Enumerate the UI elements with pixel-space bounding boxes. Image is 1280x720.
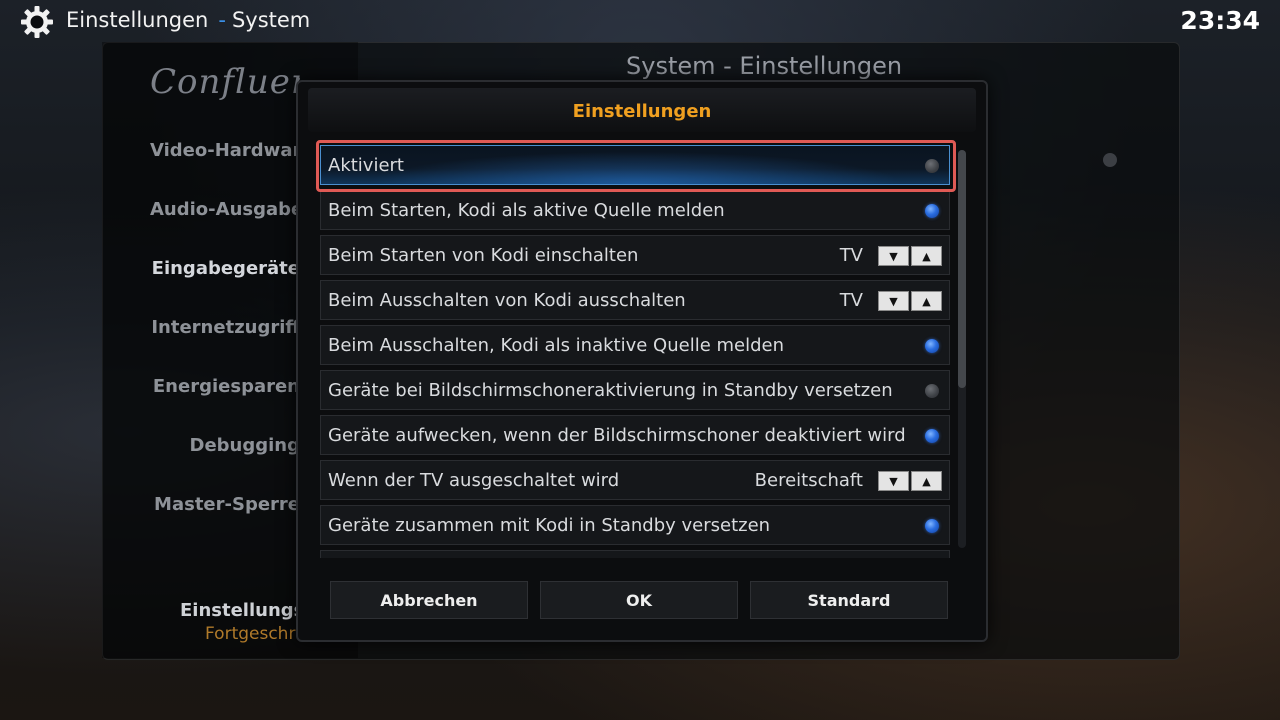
setting-value: TV [839, 290, 863, 311]
category-debugging[interactable]: Debugging [150, 435, 301, 456]
top-bar: Einstellungen - System 23:34 [0, 0, 1280, 44]
spinner-up-icon[interactable]: ▲ [911, 246, 942, 266]
spinner-down-icon[interactable]: ▼ [878, 291, 909, 311]
setting-label: Beim Starten, Kodi als aktive Quelle mel… [328, 200, 725, 221]
radio-off-icon[interactable] [925, 384, 939, 398]
breadcrumb-subsection: System [231, 8, 311, 32]
cancel-button[interactable]: Abbrechen [330, 581, 528, 619]
setting-value: TV [839, 245, 863, 266]
radio-on-icon[interactable] [925, 429, 939, 443]
category-audio[interactable]: Audio-Ausgabe [150, 199, 300, 220]
background-radio-icon [1103, 153, 1117, 167]
ok-button[interactable]: OK [540, 581, 738, 619]
category-video-hardware[interactable]: Video-Hardware [150, 140, 300, 161]
category-master-lock[interactable]: Master-Sperre [150, 494, 300, 515]
settings-level-label[interactable]: Einstellungsebene [180, 600, 300, 621]
setting-label: Geräte aufwecken, wenn der Bildschirmsch… [328, 425, 906, 446]
category-input-devices[interactable]: Eingabegeräte [150, 258, 300, 279]
spinner-down-icon[interactable]: ▼ [878, 471, 909, 491]
skin-logo: Confluence [150, 62, 300, 102]
setting-row-power-off-quit[interactable]: Beim Ausschalten von Kodi ausschalten TV… [320, 280, 950, 320]
clock: 23:34 [1180, 6, 1260, 35]
settings-level-value: Fortgeschritten [205, 624, 300, 644]
panel-title: System - Einstellungen [626, 52, 903, 80]
setting-row-partial [320, 550, 950, 558]
spinner-up-icon[interactable]: ▲ [911, 291, 942, 311]
spinner-control: ▼ ▲ [878, 291, 942, 311]
setting-label: Geräte bei Bildschirmschoneraktivierung … [328, 380, 893, 401]
setting-value: Bereitschaft [754, 470, 863, 491]
setting-row-standby-screensaver[interactable]: Geräte bei Bildschirmschoneraktivierung … [320, 370, 950, 410]
setting-row-tv-off-action[interactable]: Wenn der TV ausgeschaltet wird Bereitsch… [320, 460, 950, 500]
spinner-control: ▼ ▲ [878, 246, 942, 266]
setting-label: Geräte zusammen mit Kodi in Standby vers… [328, 515, 771, 536]
radio-on-icon[interactable] [925, 204, 939, 218]
radio-on-icon[interactable] [925, 339, 939, 353]
gear-icon [21, 6, 53, 38]
spinner-up-icon[interactable]: ▲ [911, 471, 942, 491]
setting-row-power-on-start[interactable]: Beim Starten von Kodi einschalten TV ▼ ▲ [320, 235, 950, 275]
setting-label: Beim Ausschalten, Kodi als inaktive Quel… [328, 335, 785, 356]
dialog-title: Einstellungen [572, 101, 712, 122]
breadcrumb-separator: - [218, 8, 226, 32]
setting-row-wake-screensaver[interactable]: Geräte aufwecken, wenn der Bildschirmsch… [320, 415, 950, 455]
setting-row-standby-with-kodi[interactable]: Geräte zusammen mit Kodi in Standby vers… [320, 505, 950, 545]
setting-label: Beim Ausschalten von Kodi ausschalten [328, 290, 686, 311]
spinner-control: ▼ ▲ [878, 471, 942, 491]
radio-off-icon[interactable] [925, 159, 939, 173]
setting-label: Beim Starten von Kodi einschalten [328, 245, 639, 266]
category-power-saving[interactable]: Energiesparen [150, 376, 300, 397]
breadcrumb: Einstellungen - System [66, 8, 310, 32]
setting-row-enabled[interactable]: Aktiviert [320, 145, 950, 185]
setting-label: Wenn der TV ausgeschaltet wird [328, 470, 620, 491]
setting-row-announce-active-source[interactable]: Beim Starten, Kodi als aktive Quelle mel… [320, 190, 950, 230]
radio-on-icon[interactable] [925, 519, 939, 533]
scrollbar-thumb[interactable] [958, 150, 966, 388]
spinner-down-icon[interactable]: ▼ [878, 246, 909, 266]
setting-row-announce-inactive-source[interactable]: Beim Ausschalten, Kodi als inaktive Quel… [320, 325, 950, 365]
breadcrumb-section: Einstellungen [66, 8, 209, 32]
category-internet[interactable]: Internetzugriff [150, 317, 300, 338]
default-button[interactable]: Standard [750, 581, 948, 619]
setting-label: Aktiviert [328, 155, 404, 176]
